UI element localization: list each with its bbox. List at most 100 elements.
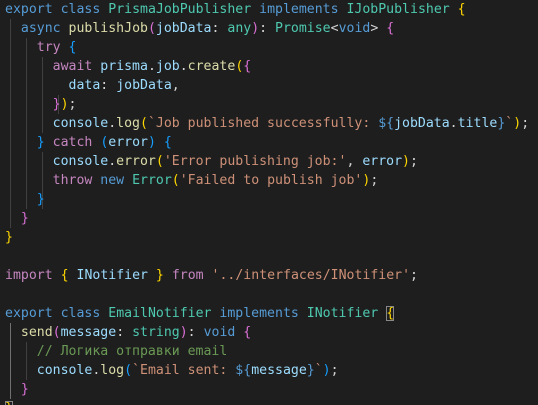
code-token: ${	[378, 116, 395, 131]
code-token: throw	[52, 173, 93, 188]
code-token: }	[155, 268, 164, 283]
code-token: new	[100, 173, 125, 188]
code-token: }	[52, 97, 61, 112]
code-token: }	[20, 382, 29, 397]
code-token: jobData	[394, 116, 450, 131]
code-token: :	[116, 325, 133, 340]
code-token: 'Error publishing job:'	[163, 154, 347, 169]
code-token: :	[259, 21, 276, 36]
code-token: export	[5, 2, 53, 17]
code-token: error	[108, 135, 148, 150]
matched-bracket: {	[386, 306, 395, 321]
code-line[interactable]: console.log(`Email sent: ${message}`);	[5, 361, 339, 380]
code-line[interactable]: await prisma.job.create({	[5, 57, 252, 76]
matched-bracket: }	[5, 401, 13, 405]
code-line[interactable]: }	[5, 399, 13, 405]
code-token: log	[116, 116, 140, 131]
code-token: catch	[52, 135, 93, 150]
code-token: Error	[132, 173, 172, 188]
code-token: )	[402, 154, 410, 169]
code-line[interactable]: }	[5, 209, 29, 228]
code-line[interactable]: data: jobData,	[5, 76, 180, 95]
code-token: )	[179, 325, 188, 340]
code-token: title	[457, 116, 498, 131]
code-token: .	[108, 116, 117, 131]
code-token: {	[163, 135, 172, 150]
code-token: {	[68, 40, 77, 55]
code-editor[interactable]: export class PrismaJobPublisher implemen…	[0, 0, 538, 405]
code-token: }	[5, 230, 13, 245]
code-token: try	[36, 40, 61, 55]
code-token: }	[36, 135, 45, 150]
code-line[interactable]: export class EmailNotifier implements IN…	[5, 304, 395, 323]
code-line[interactable]: import { INotifier } from '../interfaces…	[5, 266, 418, 285]
code-token: data	[68, 78, 101, 93]
code-token: ${	[235, 363, 252, 378]
code-token: {	[457, 2, 466, 17]
code-token: message	[60, 325, 117, 340]
code-token: prisma	[100, 59, 148, 74]
code-line[interactable]: }	[5, 380, 29, 399]
code-token: job	[155, 59, 180, 74]
code-token: console	[52, 116, 109, 131]
code-token: )	[322, 363, 331, 378]
code-token: `Job published successfully:	[147, 116, 379, 131]
code-token: console	[36, 363, 93, 378]
code-token: ;	[68, 97, 77, 112]
code-token: {	[243, 59, 252, 74]
code-line[interactable]: send(message: string): void {	[5, 323, 251, 342]
code-token: :	[187, 325, 204, 340]
code-token: {	[386, 21, 395, 36]
code-token: ;	[521, 116, 530, 131]
code-token: import	[5, 268, 53, 283]
code-line[interactable]: console.error('Error publishing job:', e…	[5, 152, 418, 171]
code-token: '../interfaces/INotifier'	[211, 268, 411, 283]
code-token: PrismaJobPublisher	[108, 2, 252, 17]
code-line[interactable]: }	[5, 190, 45, 209]
code-token: void	[203, 325, 236, 340]
code-line[interactable]: });	[5, 95, 77, 114]
code-token: {	[60, 268, 69, 283]
code-line[interactable]: // Логика отправки email	[5, 342, 228, 361]
code-token: .	[449, 116, 458, 131]
code-line[interactable]: }	[5, 228, 13, 247]
code-line[interactable]: async publishJob(jobData: any): Promise<…	[5, 19, 394, 38]
code-line[interactable]: export class PrismaJobPublisher implemen…	[5, 0, 466, 19]
code-token: :	[100, 78, 117, 93]
code-token: .	[147, 59, 156, 74]
code-token: (	[155, 154, 164, 169]
code-token: implements	[259, 2, 339, 17]
code-line[interactable]: try {	[5, 38, 77, 57]
code-line[interactable]: } catch (error) {	[5, 133, 172, 152]
code-token: )	[513, 116, 522, 131]
code-token: ;	[370, 173, 379, 188]
code-line[interactable]: throw new Error('Failed to publish job')…	[5, 171, 379, 190]
code-token: }	[36, 192, 45, 207]
code-token: (	[140, 116, 148, 131]
code-line[interactable]: console.log(`Job published successfully:…	[5, 114, 530, 133]
code-token: async	[20, 21, 61, 36]
code-token: >	[370, 21, 387, 36]
code-token: (	[171, 173, 180, 188]
code-token: (	[124, 363, 133, 378]
code-token: }	[20, 211, 29, 226]
